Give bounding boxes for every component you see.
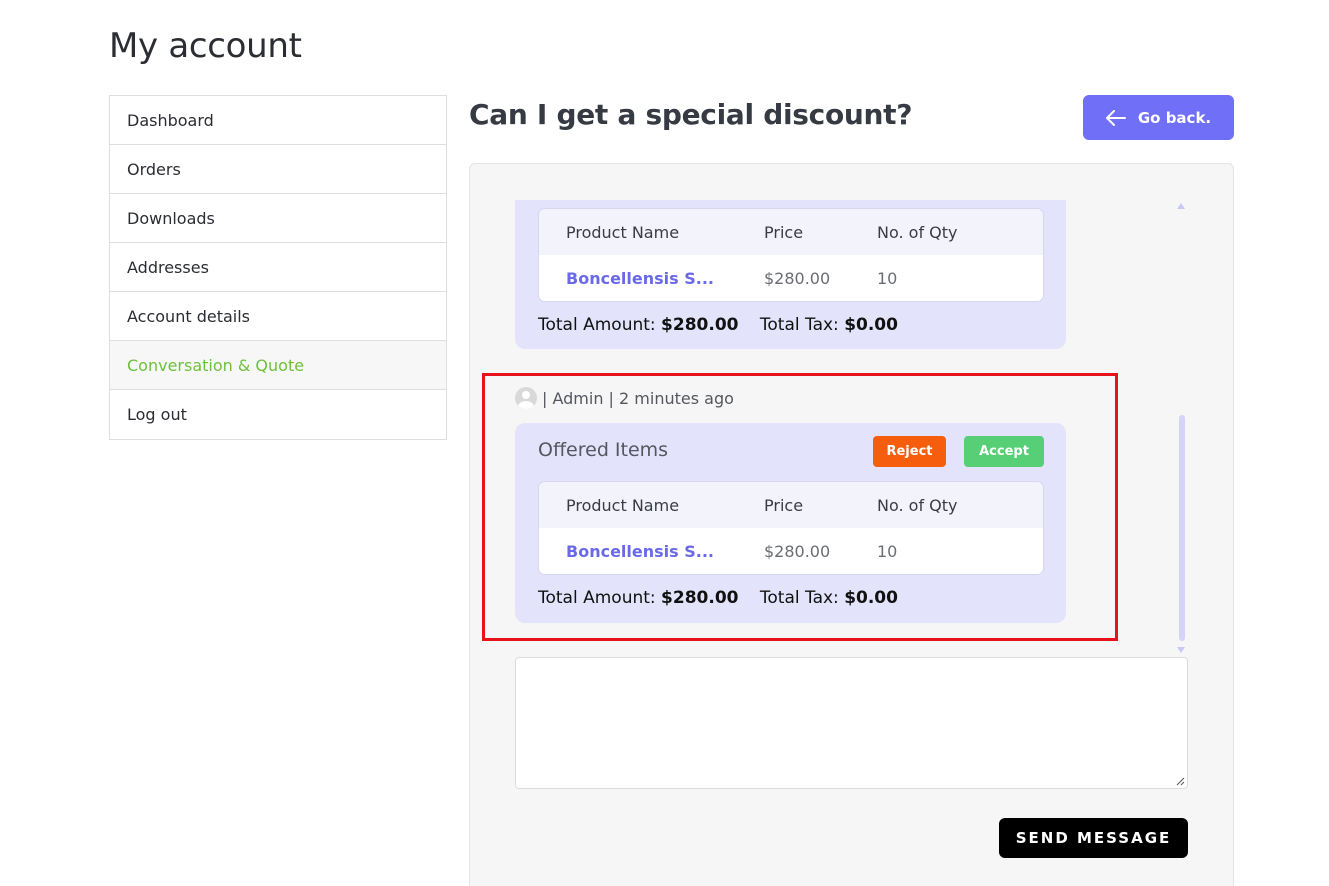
message-textarea[interactable]: [515, 657, 1188, 789]
total-tax-label: Total Tax:: [759, 315, 839, 335]
account-navigation: Dashboard Orders Downloads Addresses Acc…: [109, 95, 447, 440]
product-table: Product Name Price No. of Qty Boncellens…: [538, 481, 1044, 575]
product-price: $280.00: [764, 541, 831, 561]
product-qty: 10: [877, 541, 898, 561]
reject-button[interactable]: Reject: [873, 436, 946, 467]
column-header-qty: No. of Qty: [877, 222, 958, 242]
table-header: Product Name Price No. of Qty: [539, 209, 1043, 255]
resize-handle-icon[interactable]: [1175, 776, 1185, 786]
totals-line: Total Amount: $280.00 Total Tax: $0.00: [538, 315, 898, 335]
totals-line: Total Amount: $280.00 Total Tax: $0.00: [538, 588, 898, 608]
total-amount-label: Total Amount:: [538, 588, 656, 608]
nav-item-log-out[interactable]: Log out: [110, 390, 446, 439]
scroll-up-arrow-icon[interactable]: [1177, 203, 1185, 209]
product-qty: 10: [877, 268, 898, 288]
table-row: Boncellensis S... $280.00 10: [539, 255, 1043, 301]
total-amount-value: $280.00: [661, 588, 739, 608]
product-link[interactable]: Boncellensis S...: [566, 542, 714, 561]
go-back-label: Go back.: [1137, 108, 1212, 127]
column-header-price: Price: [764, 222, 804, 242]
user-avatar-icon: [515, 387, 537, 409]
offered-items-title: Offered Items: [538, 439, 669, 461]
message-author-time: | Admin | 2 minutes ago: [542, 388, 734, 408]
arrow-left-icon: [1105, 109, 1126, 126]
send-message-button[interactable]: SEND MESSAGE: [999, 818, 1188, 858]
nav-item-dashboard[interactable]: Dashboard: [110, 96, 446, 145]
total-tax-label: Total Tax:: [759, 588, 839, 608]
accept-button[interactable]: Accept: [964, 436, 1044, 467]
nav-item-orders[interactable]: Orders: [110, 145, 446, 194]
nav-item-downloads[interactable]: Downloads: [110, 194, 446, 243]
quote-message-card: Product Name Price No. of Qty Boncellens…: [515, 200, 1066, 349]
product-table: Product Name Price No. of Qty Boncellens…: [538, 208, 1044, 302]
message-meta: | Admin | 2 minutes ago: [515, 387, 734, 409]
table-header: Product Name Price No. of Qty: [539, 482, 1043, 528]
product-price: $280.00: [764, 268, 831, 288]
column-header-price: Price: [764, 495, 804, 515]
scroll-down-arrow-icon[interactable]: [1177, 647, 1185, 653]
page-title: My account: [109, 26, 302, 66]
product-link[interactable]: Boncellensis S...: [566, 269, 714, 288]
table-row: Boncellensis S... $280.00 10: [539, 528, 1043, 574]
column-header-product-name: Product Name: [566, 222, 680, 242]
nav-item-addresses[interactable]: Addresses: [110, 243, 446, 292]
total-tax-value: $0.00: [844, 315, 898, 335]
column-header-qty: No. of Qty: [877, 495, 958, 515]
conversation-title: Can I get a special discount?: [469, 98, 913, 131]
offered-items-card: Offered Items Reject Accept Product Name…: [515, 423, 1066, 623]
messages-scrollbar-thumb[interactable]: [1179, 415, 1185, 641]
total-tax-value: $0.00: [844, 588, 898, 608]
column-header-product-name: Product Name: [566, 495, 680, 515]
nav-item-account-details[interactable]: Account details: [110, 292, 446, 341]
go-back-button[interactable]: Go back.: [1083, 95, 1234, 140]
nav-item-conversation-quote[interactable]: Conversation & Quote: [110, 341, 446, 390]
total-amount-label: Total Amount:: [538, 315, 656, 335]
total-amount-value: $280.00: [661, 315, 739, 335]
